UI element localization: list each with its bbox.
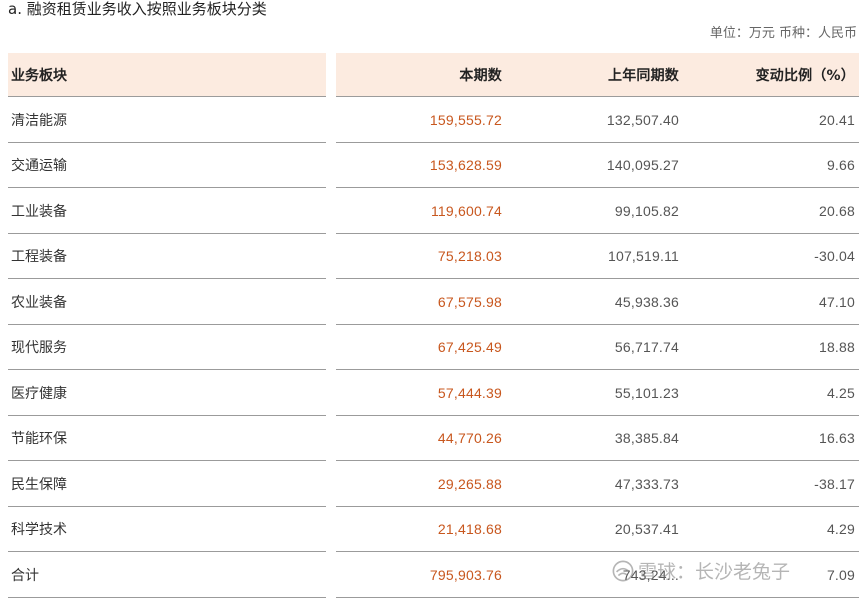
cell-prior: 20,537.41 bbox=[614, 521, 679, 538]
cell-prior: 45,938.36 bbox=[614, 293, 679, 310]
cell-change: -38.17 bbox=[814, 475, 855, 492]
table-row: 现代服务 67,425.49 56,717.74 18.88 bbox=[8, 324, 859, 370]
cell-current: 57,444.39 bbox=[437, 384, 502, 401]
watermark: 雪球：长沙老兔子 bbox=[612, 557, 790, 584]
column-header-change: 变动比例（%） bbox=[755, 68, 855, 84]
cell-prior: 140,095.27 bbox=[606, 157, 679, 174]
cell-change: 20.68 bbox=[818, 202, 855, 219]
column-gap bbox=[326, 233, 336, 279]
cell-current: 67,575.98 bbox=[437, 293, 502, 310]
table-row: 医疗健康 57,444.39 55,101.23 4.25 bbox=[8, 370, 859, 416]
column-gap bbox=[326, 415, 336, 461]
column-gap bbox=[326, 552, 336, 598]
cell-change: 47.10 bbox=[818, 293, 855, 310]
cell-segment: 现代服务 bbox=[11, 340, 67, 357]
cell-segment: 工业装备 bbox=[11, 203, 67, 220]
cell-current: 29,265.88 bbox=[437, 475, 502, 492]
table-title: a. 融资租赁业务收入按照业务板块分类 bbox=[8, 0, 267, 18]
cell-segment: 清洁能源 bbox=[11, 112, 67, 129]
cell-change: 9.66 bbox=[826, 157, 855, 174]
cell-current: 795,903.76 bbox=[429, 566, 502, 583]
cell-current: 153,628.59 bbox=[429, 157, 502, 174]
column-gap bbox=[326, 279, 336, 325]
cell-change: 18.88 bbox=[818, 339, 855, 356]
cell-segment: 节能环保 bbox=[11, 431, 67, 448]
cell-current: 21,418.68 bbox=[437, 521, 502, 538]
table-header-row: 业务板块 本期数 上年同期数 变动比例（%） bbox=[8, 51, 859, 97]
column-gap bbox=[326, 97, 336, 143]
cell-prior: 107,519.11 bbox=[607, 248, 679, 265]
cell-prior: 47,333.73 bbox=[614, 475, 679, 492]
column-header-current: 本期数 bbox=[459, 68, 502, 84]
column-header-prior: 上年同期数 bbox=[608, 68, 679, 84]
table-row: 科学技术 21,418.68 20,537.41 4.29 bbox=[8, 506, 859, 552]
table-row: 民生保障 29,265.88 47,333.73 -38.17 bbox=[8, 461, 859, 507]
cell-current: 67,425.49 bbox=[437, 339, 502, 356]
table-row: 农业装备 67,575.98 45,938.36 47.10 bbox=[8, 279, 859, 325]
cell-segment: 科学技术 bbox=[11, 522, 67, 539]
cell-change: -30.04 bbox=[814, 248, 855, 265]
cell-prior: 56,717.74 bbox=[614, 339, 679, 356]
table-row: 清洁能源 159,555.72 132,507.40 20.41 bbox=[8, 97, 859, 143]
cell-change: 4.25 bbox=[826, 384, 855, 401]
column-gap bbox=[326, 370, 336, 416]
table-row: 节能环保 44,770.26 38,385.84 16.63 bbox=[8, 415, 859, 461]
cell-segment: 医疗健康 bbox=[11, 385, 67, 402]
cell-segment: 农业装备 bbox=[11, 294, 67, 311]
cell-change: 4.29 bbox=[826, 521, 855, 538]
watermark-text: 雪球：长沙老兔子 bbox=[638, 561, 791, 583]
cell-segment: 民生保障 bbox=[11, 476, 67, 493]
cell-current: 44,770.26 bbox=[437, 430, 502, 447]
column-header-segment: 业务板块 bbox=[11, 68, 67, 84]
snowball-logo-icon bbox=[612, 560, 634, 581]
revenue-table: 业务板块 本期数 上年同期数 变动比例（%） 清洁能源 159,555.72 132… bbox=[8, 51, 859, 598]
table-row: 交通运输 153,628.59 140,095.27 9.66 bbox=[8, 142, 859, 188]
unit-note: 单位：万元 币种：人民币 bbox=[709, 26, 857, 41]
cell-current: 159,555.72 bbox=[429, 111, 502, 128]
cell-prior: 99,105.82 bbox=[614, 202, 679, 219]
cell-segment: 合计 bbox=[11, 567, 39, 584]
cell-prior: 55,101.23 bbox=[614, 384, 679, 401]
column-gap bbox=[326, 53, 336, 97]
cell-segment: 交通运输 bbox=[11, 158, 67, 175]
column-gap bbox=[326, 188, 336, 234]
table-body: 清洁能源 159,555.72 132,507.40 20.41 交通运输 153,628… bbox=[8, 97, 859, 598]
cell-prior: 132,507.40 bbox=[606, 111, 679, 128]
table-row: 工业装备 119,600.74 99,105.82 20.68 bbox=[8, 188, 859, 234]
cell-current: 75,218.03 bbox=[437, 248, 502, 265]
column-gap bbox=[326, 461, 336, 507]
cell-change: 7.09 bbox=[826, 566, 855, 583]
table-row: 工程装备 75,218.03 107,519.11 -30.04 bbox=[8, 233, 859, 279]
cell-change: 16.63 bbox=[818, 430, 855, 447]
cell-segment: 工程装备 bbox=[11, 249, 67, 266]
cell-prior: 38,385.84 bbox=[614, 430, 679, 447]
column-gap bbox=[326, 506, 336, 552]
column-gap bbox=[326, 142, 336, 188]
cell-change: 20.41 bbox=[818, 111, 855, 128]
column-gap bbox=[326, 324, 336, 370]
cell-current: 119,600.74 bbox=[430, 202, 502, 219]
